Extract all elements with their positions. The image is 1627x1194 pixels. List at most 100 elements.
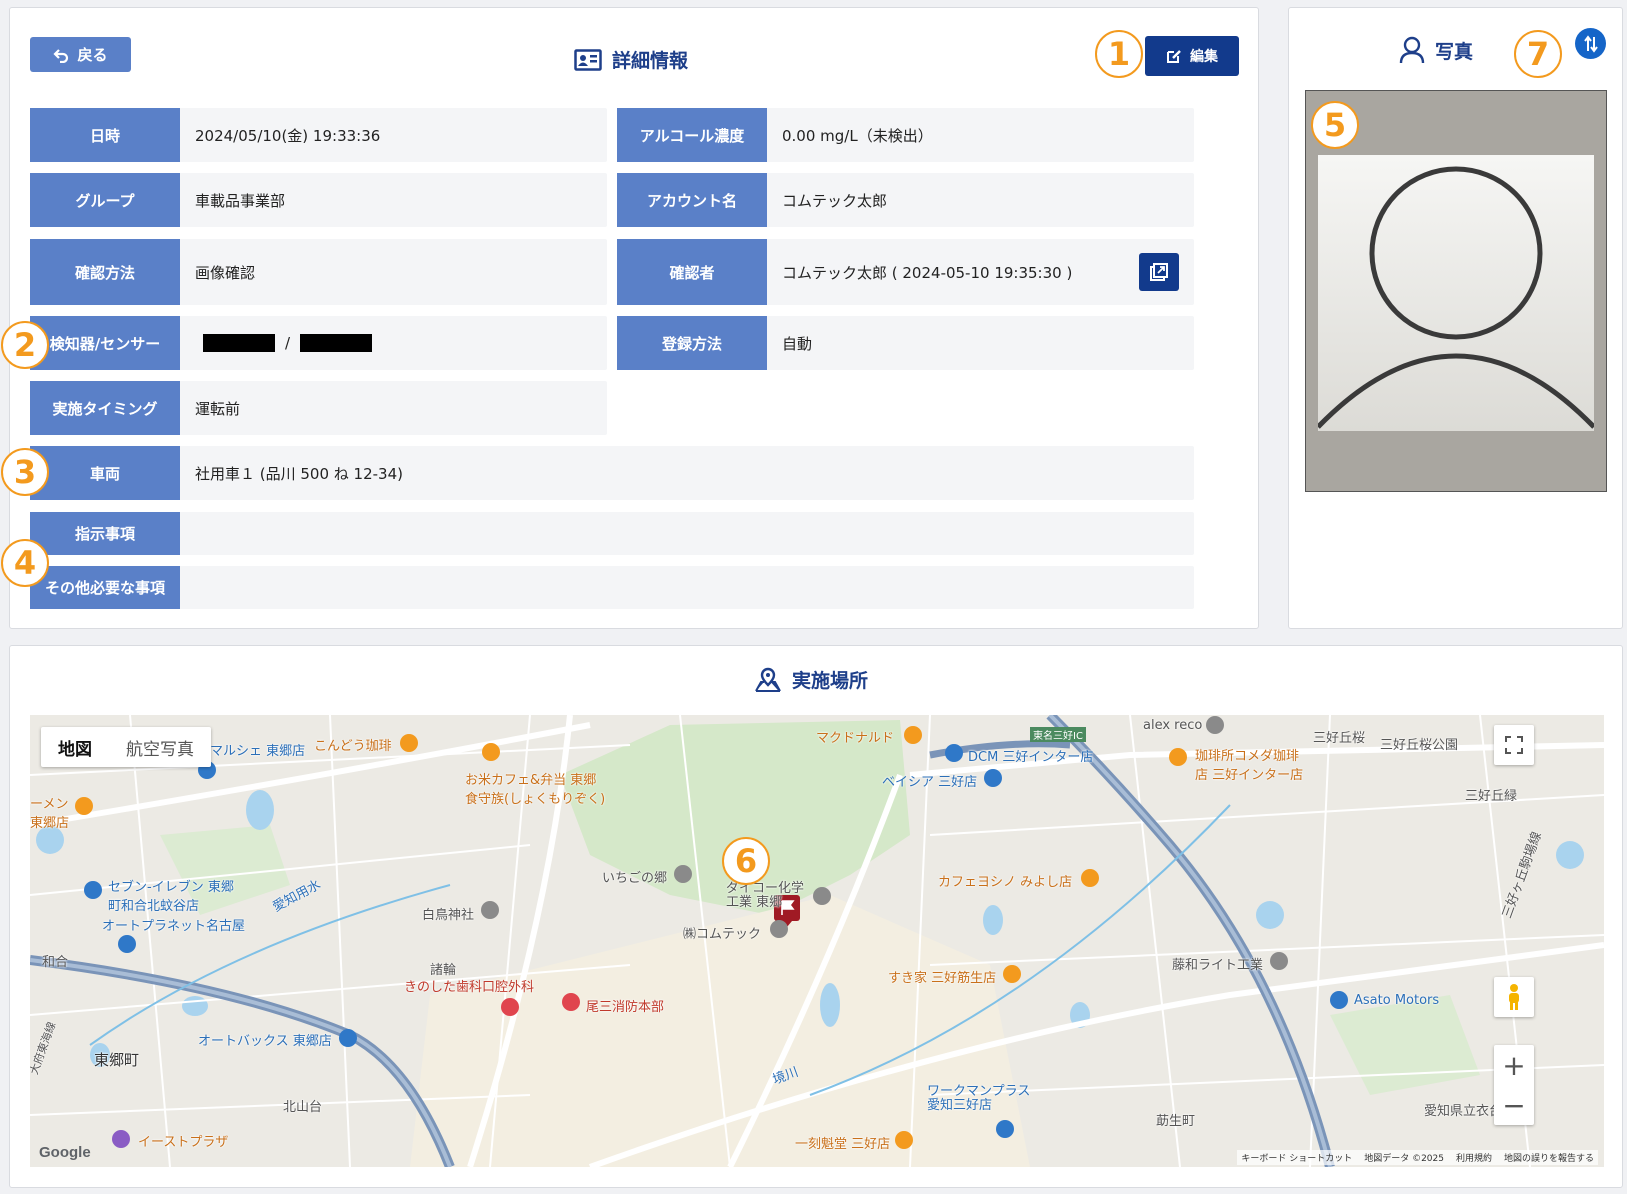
redacted-detector: [203, 334, 275, 352]
id-card-icon: [574, 48, 602, 71]
map-label: オートバックス 東郷店: [198, 1034, 332, 1049]
map-label: 東郷町: [94, 1051, 140, 1069]
map-label: 藤和ライト工業: [1172, 958, 1264, 973]
row-account: アカウント名 コムテック太郎: [617, 173, 1194, 227]
row-value: 車載品事業部: [195, 191, 286, 210]
map-label: 東名三好IC: [1030, 727, 1086, 742]
fullscreen-icon: [1505, 736, 1523, 754]
person-silhouette-icon: [1316, 166, 1596, 429]
map-label: 白鳥神社: [422, 908, 475, 923]
terms-link[interactable]: 利用規約: [1456, 1151, 1492, 1164]
photo-title-text: 写真: [1435, 40, 1474, 63]
row-value: 2024/05/10(金) 19:33:36: [195, 126, 381, 145]
annotation-badge-3: 3: [1, 448, 49, 496]
row-timing: 実施タイミング 運転前: [30, 381, 607, 435]
back-button[interactable]: 戻る: [30, 37, 131, 72]
map-label: ダイコー化学 工業 東郷: [726, 881, 805, 911]
external-link-icon: [1150, 263, 1168, 281]
detail-title-text: 詳細情報: [612, 50, 689, 72]
map-title: 実施場所: [754, 666, 868, 693]
sort-button[interactable]: [1575, 28, 1606, 59]
zoom-in-button[interactable]: +: [1494, 1045, 1534, 1085]
row-label: 確認方法: [30, 239, 180, 305]
row-label: 確認者: [617, 239, 767, 305]
map-label: 莇生町: [1156, 1114, 1196, 1129]
row-value: コムテック太郎 ( 2024-05-10 19:35:30 ): [782, 263, 1073, 282]
map-type-aerial-tab[interactable]: 航空写真: [109, 727, 211, 767]
map-label: 三好丘緑: [1465, 789, 1518, 804]
row-group: グループ 車載品事業部: [30, 173, 607, 227]
row-registration: 登録方法 自動: [617, 316, 1194, 370]
driver-photo[interactable]: 5: [1305, 90, 1607, 492]
row-value: [180, 512, 1194, 555]
row-detector: 検知器/センサー /: [30, 316, 607, 370]
map-label: 珈琲所コメダ珈琲 店 三好インター店: [1195, 749, 1304, 783]
row-value-wrap: コムテック太郎 ( 2024-05-10 19:35:30 ): [767, 239, 1194, 305]
map-pin-icon: [755, 667, 781, 692]
map-view[interactable]: マルシェ 東郷店 こんどう珈琲 お米カフェ&弁当 東郷 食守族(しょくもりぞく)…: [30, 715, 1604, 1167]
map-label: こんどう珈琲: [314, 739, 392, 754]
map-label: ベイシア 三好店: [882, 775, 978, 790]
row-label: 検知器/センサー: [30, 316, 180, 370]
map-data-credit: 地図データ ©2025: [1364, 1154, 1444, 1164]
map-label: いちごの郷: [602, 871, 668, 886]
map-label: ㈱コムテック: [683, 927, 762, 942]
row-value: コムテック太郎: [782, 191, 888, 210]
map-label: マクドナルド: [816, 731, 895, 746]
annotation-badge-7: 7: [1514, 30, 1562, 78]
annotation-badge-4: 4: [1, 539, 49, 587]
return-arrow-icon: [53, 48, 69, 63]
separator: /: [285, 334, 291, 352]
map-label: 一刻魁堂 三好店: [795, 1137, 891, 1152]
open-confirmation-button[interactable]: [1139, 253, 1179, 291]
fullscreen-button[interactable]: [1494, 725, 1534, 765]
photo-placeholder: [1316, 155, 1596, 431]
edit-button[interactable]: 編集: [1145, 36, 1239, 76]
row-label: 実施タイミング: [30, 381, 180, 435]
pegman-icon: [1509, 984, 1519, 1010]
map-label: 和合: [42, 955, 69, 970]
sort-arrows-icon: [1583, 34, 1598, 53]
row-label: グループ: [30, 173, 180, 227]
map-label: お米カフェ&弁当 東郷 食守族(しょくもりぞく): [465, 773, 606, 807]
row-confirmer: 確認者 コムテック太郎 ( 2024-05-10 19:35:30 ): [617, 239, 1194, 305]
row-label: その他必要な事項: [30, 566, 180, 609]
map-type-map-tab[interactable]: 地図: [41, 727, 109, 767]
annotation-badge-5: 5: [1311, 101, 1359, 149]
annotation-badge-1: 1: [1095, 30, 1143, 78]
row-label: 指示事項: [30, 512, 180, 555]
row-label: 日時: [30, 108, 180, 162]
map-label: 三好丘桜公園: [1380, 738, 1459, 753]
google-logo: Google: [39, 1144, 91, 1161]
row-label: アルコール濃度: [617, 108, 767, 162]
row-datetime: 日時 2024/05/10(金) 19:33:36: [30, 108, 607, 162]
keyboard-shortcuts-link[interactable]: キーボード ショートカット: [1241, 1151, 1352, 1164]
row-label: 登録方法: [617, 316, 767, 370]
map-base: [30, 715, 1604, 1167]
row-instructions: 指示事項: [30, 512, 1194, 555]
map-label: カフェヨシノ みよし店: [938, 875, 1073, 890]
row-value: 自動: [782, 334, 813, 353]
map-label: セブン-イレブン 東郷 町和合北蚊谷店: [108, 880, 234, 914]
row-value: 0.00 mg/L（未検出）: [782, 126, 933, 145]
map-label: 三好丘桜: [1313, 731, 1366, 746]
annotation-badge-2: 2: [1, 321, 49, 369]
photo-title: 写真: [1399, 36, 1473, 64]
map-footer: キーボード ショートカット 地図データ ©2025 利用規約 地図の誤りを報告す…: [1237, 1150, 1598, 1165]
row-other: その他必要な事項: [30, 566, 1194, 609]
row-value: /: [180, 316, 607, 370]
report-error-link[interactable]: 地図の誤りを報告する: [1504, 1151, 1594, 1164]
map-label: 尾三消防本部: [586, 1000, 665, 1015]
edit-label: 編集: [1190, 49, 1218, 65]
edit-icon: [1167, 50, 1181, 63]
map-label: オートプラネット名古屋: [102, 919, 246, 934]
row-value: 画像確認: [195, 263, 256, 282]
row-alcohol: アルコール濃度 0.00 mg/L（未検出）: [617, 108, 1194, 162]
zoom-controls: + −: [1494, 1045, 1534, 1125]
map-label: マルシェ 東郷店: [210, 744, 306, 759]
zoom-out-button[interactable]: −: [1494, 1085, 1534, 1125]
row-value: [180, 566, 1194, 609]
row-label: アカウント名: [617, 173, 767, 227]
row-value: 社用車１ (品川 500 ね 12-34): [195, 464, 403, 483]
street-view-button[interactable]: [1494, 977, 1534, 1017]
